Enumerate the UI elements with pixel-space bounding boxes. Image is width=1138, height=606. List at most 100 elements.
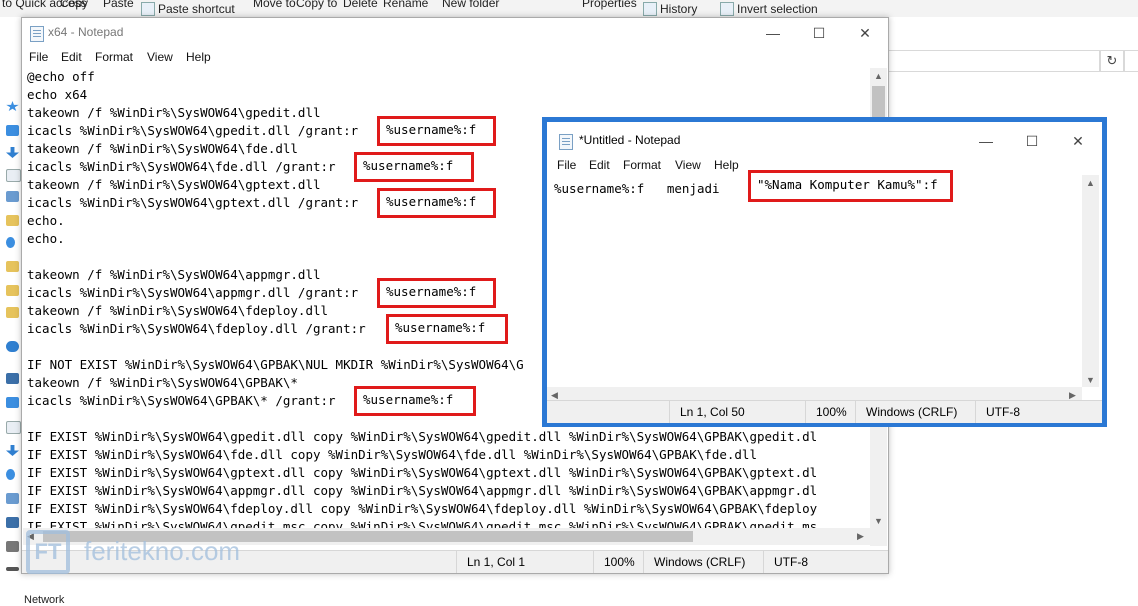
notepad-window-untitled: *Untitled - Notepad — ☐ ✕ File Edit Form… xyxy=(542,117,1107,427)
music-icon[interactable] xyxy=(6,237,15,248)
status-zoom: 100% xyxy=(805,401,856,423)
code-line: IF NOT EXIST %WinDir%\SysWOW64\GPBAK\NUL… xyxy=(27,357,524,372)
menu-view[interactable]: View xyxy=(147,50,173,64)
feritekno-logo: FT xyxy=(26,530,70,574)
ribbon-copy-to[interactable]: Copy to xyxy=(296,0,337,10)
minimize-button[interactable]: — xyxy=(750,18,796,48)
refresh-icon[interactable]: ↻ xyxy=(1100,50,1124,72)
videos-icon[interactable] xyxy=(6,517,19,528)
desktop-icon[interactable] xyxy=(6,125,19,136)
ribbon-invert-selection[interactable]: Invert selection xyxy=(737,2,818,16)
invert-selection-icon xyxy=(720,2,734,16)
documents-icon[interactable] xyxy=(6,169,21,182)
menu-view[interactable]: View xyxy=(675,158,701,172)
scroll-right-icon[interactable]: ▶ xyxy=(857,531,864,542)
code-line: takeown /f %WinDir%\SysWOW64\fde.dll xyxy=(27,141,298,156)
documents-icon[interactable] xyxy=(6,421,21,434)
status-position: Ln 1, Col 1 xyxy=(456,551,587,573)
menu-bar: File Edit Format View Help xyxy=(22,48,888,68)
maximize-button[interactable]: ☐ xyxy=(1009,126,1055,156)
menu-edit[interactable]: Edit xyxy=(589,158,610,172)
scroll-down-icon[interactable]: ▼ xyxy=(1086,375,1095,385)
text-content: %username%:f menjadi xyxy=(554,181,720,196)
ribbon-properties[interactable]: Properties xyxy=(582,0,637,10)
code-line: takeown /f %WinDir%\SysWOW64\appmgr.dll xyxy=(27,267,321,282)
title-bar[interactable]: x64 - Notepad — ☐ ✕ xyxy=(22,18,888,48)
code-line: IF EXIST %WinDir%\SysWOW64\gptext.dll co… xyxy=(27,465,818,480)
downloads-icon[interactable] xyxy=(6,147,19,158)
code-line: echo x64 xyxy=(27,87,88,102)
menu-file[interactable]: File xyxy=(557,158,576,172)
ribbon-history[interactable]: History xyxy=(660,2,697,16)
status-encoding: UTF-8 xyxy=(763,551,874,573)
menu-format[interactable]: Format xyxy=(95,50,133,64)
menu-help[interactable]: Help xyxy=(186,50,211,64)
drive-icon[interactable] xyxy=(6,567,19,571)
menu-file[interactable]: File xyxy=(29,50,48,64)
code-line: icacls %WinDir%\SysWOW64\GPBAK\* /grant:… xyxy=(27,393,336,408)
close-button[interactable]: ✕ xyxy=(842,18,888,48)
ribbon-copy[interactable]: Copy xyxy=(60,0,88,10)
notepad-icon xyxy=(30,26,44,42)
ribbon-new-folder[interactable]: New folder xyxy=(442,0,499,10)
code-line: takeown /f %WinDir%\SysWOW64\fdeploy.dll xyxy=(27,303,329,318)
folder-icon[interactable] xyxy=(6,261,19,272)
3d-objects-icon[interactable] xyxy=(6,397,19,408)
menu-help[interactable]: Help xyxy=(714,158,739,172)
highlight-box: %username%:f xyxy=(377,188,496,218)
ribbon-delete[interactable]: Delete xyxy=(343,0,378,10)
window-title: *Untitled - Notepad xyxy=(579,133,681,147)
this-pc-icon[interactable] xyxy=(6,373,19,384)
ribbon-paste-shortcut[interactable]: Paste shortcut xyxy=(158,2,235,16)
folder-icon[interactable] xyxy=(6,285,19,296)
watermark-text: feritekno.com xyxy=(84,536,241,566)
folder-icon[interactable] xyxy=(6,307,19,318)
code-line: icacls %WinDir%\SysWOW64\fde.dll /grant:… xyxy=(27,159,336,174)
code-line: IF EXIST %WinDir%\SysWOW64\fdeploy.dll c… xyxy=(27,501,818,516)
code-line: echo. xyxy=(27,231,65,246)
network-label[interactable]: Network xyxy=(24,594,64,606)
code-line: @echo off xyxy=(27,69,95,84)
close-button[interactable]: ✕ xyxy=(1055,126,1101,156)
notepad-icon xyxy=(559,134,573,150)
address-bar[interactable] xyxy=(888,50,1100,72)
paste-shortcut-icon xyxy=(141,2,155,16)
maximize-button[interactable]: ☐ xyxy=(796,18,842,48)
minimize-button[interactable]: — xyxy=(963,126,1009,156)
scroll-down-icon[interactable]: ▼ xyxy=(874,516,883,526)
local-disk-icon[interactable] xyxy=(6,541,19,552)
menu-format[interactable]: Format xyxy=(623,158,661,172)
code-line: icacls %WinDir%\SysWOW64\gpedit.dll /gra… xyxy=(27,123,359,138)
scroll-up-icon[interactable]: ▲ xyxy=(874,71,883,81)
text-editor[interactable]: %username%:f menjadi xyxy=(547,175,1082,387)
highlight-box: "%Nama Komputer Kamu%":f xyxy=(748,170,953,202)
status-encoding: UTF-8 xyxy=(975,401,1086,423)
ribbon-rename[interactable]: Rename xyxy=(383,0,428,10)
scroll-up-icon[interactable]: ▲ xyxy=(1086,178,1095,188)
pictures-icon[interactable] xyxy=(6,191,19,202)
menu-edit[interactable]: Edit xyxy=(61,50,82,64)
code-line: takeown /f %WinDir%\SysWOW64\gptext.dll xyxy=(27,177,321,192)
pictures-icon[interactable] xyxy=(6,493,19,504)
code-line: echo. xyxy=(27,213,65,228)
downloads-icon[interactable] xyxy=(6,445,19,456)
search-box[interactable] xyxy=(1124,50,1138,72)
code-line: IF EXIST %WinDir%\SysWOW64\appmgr.dll co… xyxy=(27,483,818,498)
code-line: IF EXIST %WinDir%\SysWOW64\fde.dll copy … xyxy=(27,447,757,462)
title-bar[interactable]: *Untitled - Notepad — ☐ ✕ xyxy=(547,126,1102,156)
status-line-ending: Windows (CRLF) xyxy=(855,401,966,423)
explorer-ribbon: to Quick access Copy Paste Paste shortcu… xyxy=(0,0,1138,18)
ribbon-move-to[interactable]: Move to xyxy=(253,0,296,10)
window-title: x64 - Notepad xyxy=(48,25,124,39)
highlight-box: %username%:f xyxy=(377,278,496,308)
ribbon-paste[interactable]: Paste xyxy=(103,0,134,10)
folder-icon[interactable] xyxy=(6,215,19,226)
code-line: takeown /f %WinDir%\SysWOW64\GPBAK\* xyxy=(27,375,298,390)
code-line: takeown /f %WinDir%\SysWOW64\gpedit.dll xyxy=(27,105,321,120)
code-line: icacls %WinDir%\SysWOW64\gptext.dll /gra… xyxy=(27,195,359,210)
explorer-nav-pane: Network xyxy=(0,17,64,606)
onedrive-cloud-icon[interactable] xyxy=(6,341,19,352)
vertical-scrollbar[interactable]: ▲ ▼ xyxy=(1082,175,1099,387)
music-icon[interactable] xyxy=(6,469,15,480)
quick-access-star-icon[interactable] xyxy=(6,101,19,112)
